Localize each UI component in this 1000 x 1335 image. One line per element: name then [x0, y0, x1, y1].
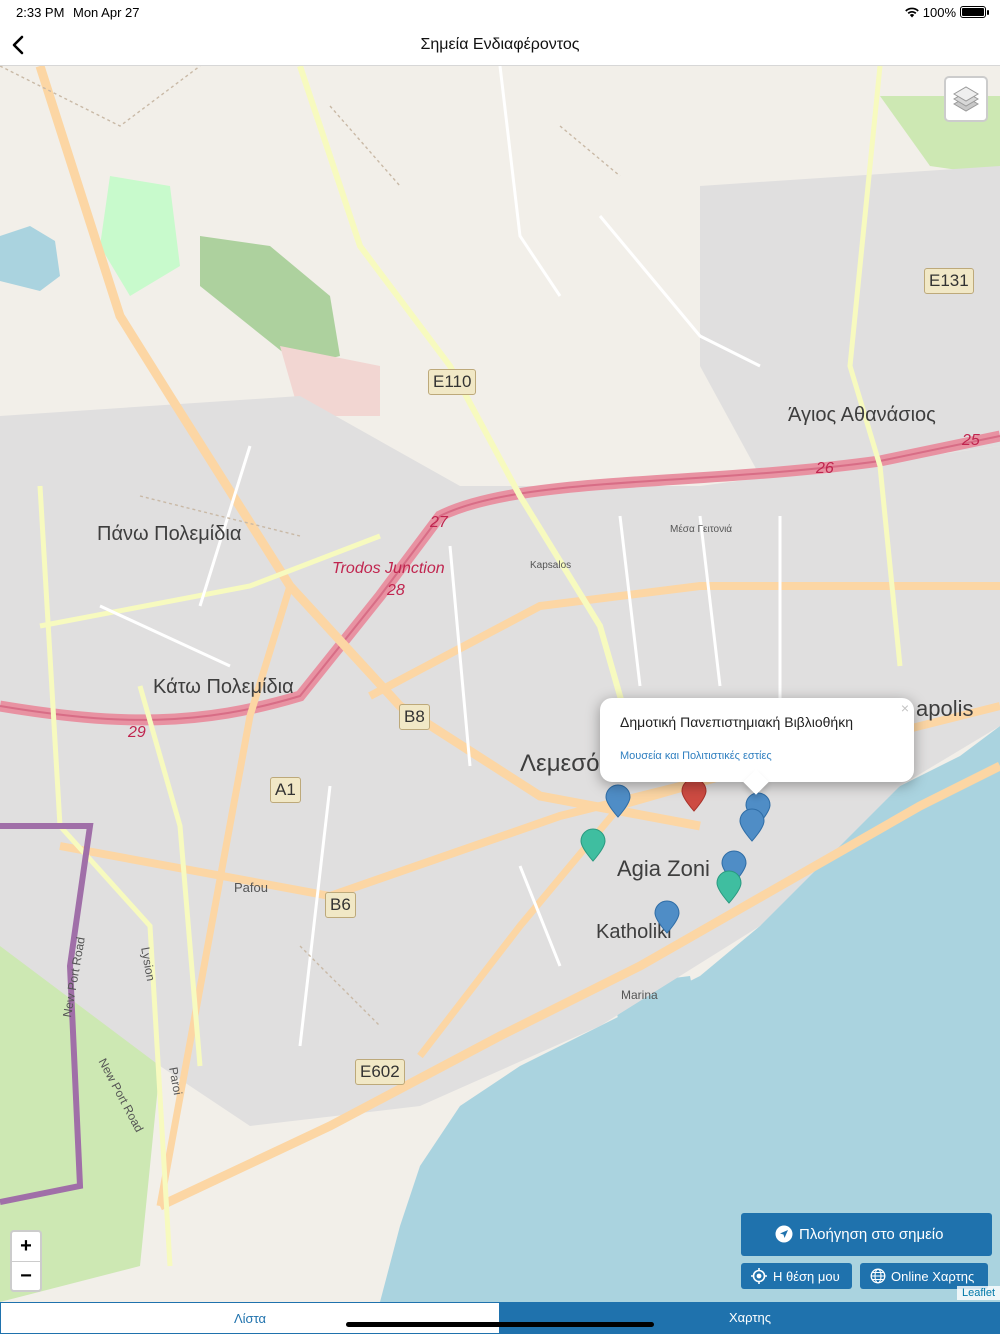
status-bar: 2:33 PM Mon Apr 27 100% [0, 0, 1000, 24]
zoom-control: + − [10, 1230, 42, 1292]
popup-title: Δημοτική Πανεπιστημιακή Βιβλιοθήκη [620, 714, 853, 730]
my-location-label: Η θέση μου [773, 1269, 840, 1284]
marker-popup: × Δημοτική Πανεπιστημιακή Βιβλιοθήκη Μου… [600, 698, 914, 782]
road-shield: E110 [428, 369, 477, 395]
tab-list[interactable]: Λίστα [0, 1302, 500, 1334]
tab-bar: Λίστα Χαρτης [0, 1302, 1000, 1334]
place-label: apolis [916, 696, 974, 721]
junction-label: Trodos Junction [332, 560, 445, 577]
place-label: Λεμεσό [520, 750, 600, 777]
road-shield: B6 [325, 892, 356, 918]
map-marker-green[interactable] [579, 828, 607, 862]
home-indicator [346, 1322, 654, 1327]
navigate-to-point-button[interactable]: Πλοήγηση στο σημείο [741, 1213, 992, 1256]
map-marker-blue[interactable] [738, 808, 766, 842]
map-tiles [0, 66, 1000, 1302]
route-number: 29 [128, 724, 146, 741]
online-maps-label: Online Χαρτης [891, 1269, 975, 1284]
route-number: 28 [387, 582, 405, 599]
place-label: Pafou [234, 880, 268, 895]
battery-icon [960, 6, 989, 18]
navigation-bar: Σημεία Ενδιαφέροντος [0, 24, 1000, 66]
map-marker-blue[interactable] [653, 900, 681, 934]
wifi-icon [904, 6, 920, 21]
my-location-button[interactable]: Η θέση μου [741, 1263, 852, 1289]
globe-icon [870, 1268, 886, 1287]
navigation-arrow-icon [775, 1225, 793, 1247]
zoom-in-button[interactable]: + [12, 1232, 40, 1261]
road-shield: E602 [355, 1059, 405, 1085]
layers-button[interactable] [944, 76, 988, 122]
place-label: Kapsalos [530, 560, 572, 571]
place-label: Agia Zoni [617, 856, 710, 881]
location-target-icon [751, 1268, 767, 1287]
road-shield: E131 [924, 268, 974, 294]
navigate-button-label: Πλοήγηση στο σημείο [799, 1226, 944, 1243]
map-marker-blue[interactable] [604, 784, 632, 818]
tab-map[interactable]: Χαρτης [500, 1302, 1000, 1334]
place-label: Marina [621, 988, 658, 1002]
status-time: 2:33 PM [16, 5, 65, 20]
place-label: Άγιος Αθανάσιος [788, 404, 936, 426]
zoom-out-button[interactable]: − [12, 1261, 40, 1290]
place-label: Πάνω Πολεμίδια [97, 523, 242, 545]
popup-close-button[interactable]: × [901, 700, 909, 716]
map-marker-red[interactable] [680, 778, 708, 812]
battery-percentage: 100% [922, 5, 956, 20]
map-marker-green[interactable] [715, 870, 743, 904]
road-shield: B8 [399, 704, 430, 730]
page-title: Σημεία Ενδιαφέροντος [420, 36, 580, 53]
route-number: 25 [962, 432, 980, 449]
route-number: 27 [430, 514, 448, 531]
layers-icon [953, 86, 979, 112]
road-shield: A1 [270, 777, 301, 803]
popup-category-link[interactable]: Μουσεία και Πολιτιστικές εστίες [620, 750, 772, 762]
place-label: Κάτω Πολεμίδια [153, 676, 294, 698]
status-date: Mon Apr 27 [73, 5, 140, 20]
route-number: 26 [816, 460, 834, 477]
place-label: Μέσα Γειτονιά [670, 524, 733, 535]
leaflet-attribution-link[interactable]: Leaflet [956, 1286, 1000, 1300]
map-view[interactable]: Πάνω Πολεμίδια Κάτω Πολεμίδια Άγιος Αθαν… [0, 66, 1000, 1302]
